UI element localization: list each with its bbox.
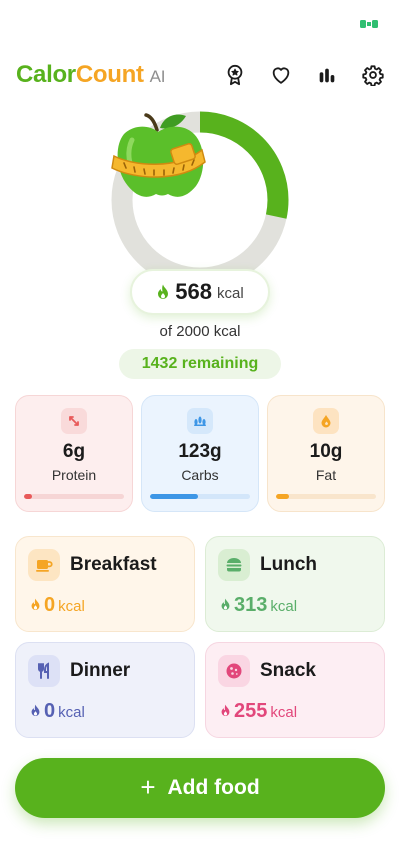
macro-label: Carbs <box>181 467 219 483</box>
meal-name: Breakfast <box>70 554 157 575</box>
calories-consumed-unit: kcal <box>217 285 244 302</box>
macro-card-carbs[interactable]: 123g Carbs <box>141 395 259 512</box>
macro-progress-fill <box>24 494 32 499</box>
coffee-cup-icon <box>28 549 60 581</box>
award-icon[interactable] <box>222 62 248 88</box>
calories-remaining-badge: 1432 remaining <box>119 349 281 379</box>
flame-icon <box>158 284 169 299</box>
apple-measuring-tape-icon <box>111 113 206 197</box>
macro-card-protein[interactable]: 6g Protein <box>15 395 133 512</box>
macro-value: 10g <box>309 441 343 462</box>
calorie-progress-ring <box>110 110 290 290</box>
macro-label: Fat <box>315 467 337 483</box>
bar-chart-icon[interactable] <box>314 62 340 88</box>
meal-kcal-value: 255 <box>234 700 268 722</box>
meal-name: Lunch <box>260 554 317 575</box>
meal-kcal-value: 0 <box>44 594 56 616</box>
meal-kcal-unit: kcal <box>58 598 85 615</box>
utensils-icon <box>28 655 60 687</box>
add-food-label: Add food <box>167 776 260 799</box>
logo-part-count: Count <box>75 61 144 88</box>
flame-icon <box>31 598 40 610</box>
macros-row: 6g Protein 123g Carbs 10g Fat <box>15 395 385 512</box>
macro-card-fat[interactable]: 10g Fat <box>267 395 385 512</box>
macro-progress-bar <box>276 494 376 499</box>
meal-card-lunch[interactable]: Lunch 313 kcal <box>205 536 385 632</box>
macro-value: 123g <box>178 441 222 462</box>
meal-kcal-unit: kcal <box>270 704 298 721</box>
app-logo: Calor Count AI <box>16 61 165 89</box>
battery-status-icon <box>360 20 378 28</box>
macro-progress-fill <box>276 494 289 499</box>
macro-label: Protein <box>51 467 97 483</box>
gear-icon[interactable] <box>360 62 386 88</box>
droplet-icon <box>313 408 339 434</box>
macro-progress-bar <box>24 494 124 499</box>
meal-kcal-value: 313 <box>234 594 268 616</box>
calories-consumed-value: 568 <box>175 279 213 304</box>
logo-part-ai: AI <box>149 67 166 86</box>
meal-card-dinner[interactable]: Dinner 0 kcal <box>15 642 195 738</box>
heart-icon[interactable] <box>268 62 294 88</box>
meal-kcal-value: 0 <box>44 700 56 722</box>
logo-part-calor: Calor <box>16 61 76 88</box>
calorie-goal-text: of 2000 kcal <box>159 323 241 340</box>
macro-progress-fill <box>150 494 198 499</box>
grains-icon <box>187 408 213 434</box>
macro-progress-bar <box>150 494 250 499</box>
calories-consumed-pill: 568 kcal <box>130 269 270 315</box>
macro-value: 6g <box>62 441 86 462</box>
arrows-diagonal-icon <box>61 408 87 434</box>
meal-kcal-unit: kcal <box>58 704 85 721</box>
meal-card-breakfast[interactable]: Breakfast 0 kcal <box>15 536 195 632</box>
meal-card-snack[interactable]: Snack 255 kcal <box>205 642 385 738</box>
cookie-icon <box>218 655 250 687</box>
meal-name: Dinner <box>70 660 131 681</box>
flame-icon <box>221 598 230 610</box>
meal-kcal-unit: kcal <box>270 598 298 615</box>
meal-name: Snack <box>260 660 316 681</box>
flame-icon <box>31 704 40 716</box>
add-food-button[interactable]: + Add food <box>15 758 385 818</box>
app-header: Calor Count AI <box>16 58 386 92</box>
burger-icon <box>218 549 250 581</box>
flame-icon <box>221 704 230 716</box>
plus-icon: + <box>140 771 156 802</box>
